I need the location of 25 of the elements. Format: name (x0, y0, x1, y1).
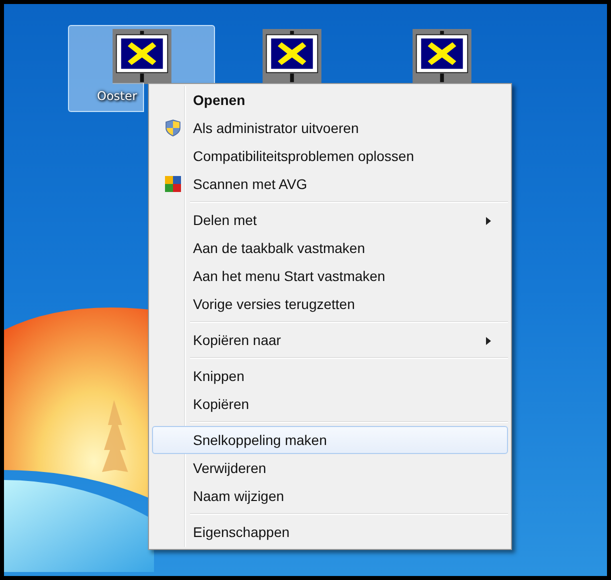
menu-item[interactable]: Vorige versies terugzetten (152, 290, 508, 318)
menu-item[interactable]: Scannen met AVG (152, 170, 508, 198)
four-squares-icon (165, 176, 181, 192)
menu-item[interactable]: Naam wijzigen (152, 482, 508, 510)
menu-item[interactable]: Delen met (152, 206, 508, 234)
menu-item[interactable]: Kopiëren naar (152, 326, 508, 354)
menu-item[interactable]: Verwijderen (152, 454, 508, 482)
menu-item[interactable]: Compatibiliteitsproblemen oplossen (152, 142, 508, 170)
submenu-arrow-icon (486, 217, 491, 225)
pine-tree-drawing (102, 400, 128, 472)
menu-item[interactable]: Kopiëren (152, 390, 508, 418)
menu-item[interactable]: Knippen (152, 362, 508, 390)
desktop-shortcut[interactable] (68, 25, 215, 83)
submenu-arrow-icon (486, 337, 491, 345)
projector-screen-icon (260, 29, 322, 84)
projector-screen-icon (110, 29, 172, 84)
menu-item[interactable]: Openen (152, 86, 508, 114)
menu-item[interactable]: Als administrator uitvoeren (152, 114, 508, 142)
menu-item[interactable]: Aan het menu Start vastmaken (152, 262, 508, 290)
menu-item[interactable]: Snelkoppeling maken (152, 426, 508, 454)
menu-item[interactable]: Eigenschappen (152, 518, 508, 546)
projector-screen-icon (410, 29, 472, 84)
shortcut-label: Ooster (68, 83, 144, 112)
menu-item[interactable]: Aan de taakbalk vastmaken (152, 234, 508, 262)
shield-icon (165, 119, 181, 137)
